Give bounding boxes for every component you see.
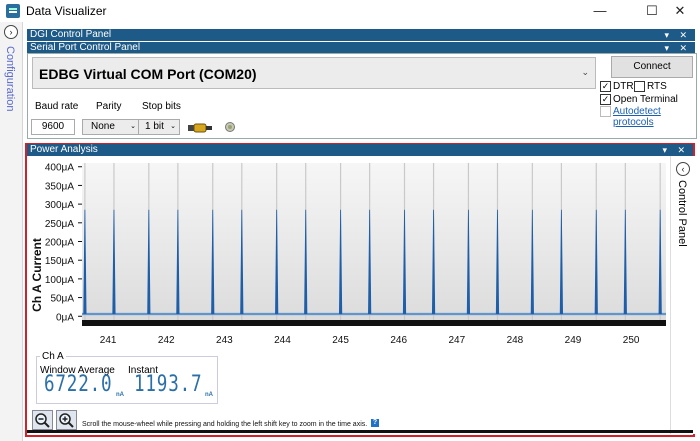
- plot-background: [82, 163, 666, 320]
- instant-unit: nA: [205, 392, 213, 398]
- chevron-down-icon: ⌄: [170, 123, 176, 130]
- y-tick-label-3: 150μA: [45, 256, 74, 267]
- parity-value: None: [91, 121, 115, 132]
- x-tick-label-8: 249: [565, 335, 582, 346]
- configuration-sidebar: › Configuration: [0, 22, 23, 441]
- panel-bottom-bar: [27, 430, 693, 433]
- y-tick-label-0: 0μA: [56, 312, 74, 323]
- x-tick-label-5: 246: [390, 335, 407, 346]
- dgi-panel-title: DGI Control Panel: [30, 29, 112, 40]
- x-tick-label-9: 250: [623, 335, 640, 346]
- baud-rate-input[interactable]: 9600: [31, 119, 75, 135]
- zoom-out-icon: [35, 413, 50, 428]
- configuration-label[interactable]: Configuration: [4, 46, 16, 111]
- expand-control-panel-icon[interactable]: ‹: [676, 162, 690, 176]
- rts-checkbox[interactable]: [634, 81, 645, 92]
- x-tick-label-4: 245: [332, 335, 349, 346]
- y-axis-title: Ch A Current: [30, 238, 44, 312]
- y-ticks: 0μA 50μA 100μA 150μA 200μA 250μA 300μA 350μA 400…: [45, 163, 82, 323]
- autodetect-link[interactable]: Autodetect protocols: [613, 106, 700, 128]
- chevron-down-icon: ⌄: [130, 123, 136, 130]
- y-tick-label-5: 250μA: [45, 219, 74, 230]
- connect-button[interactable]: Connect: [611, 56, 693, 78]
- status-indicator-icon: [225, 122, 235, 132]
- y-tick-label-1: 50μA: [50, 294, 74, 305]
- info-icon[interactable]: ?: [371, 419, 379, 427]
- dgi-panel-header: DGI Control Panel ▾ ✕: [27, 29, 695, 41]
- serial-panel-title: Serial Port Control Panel: [30, 42, 141, 53]
- stop-bits-value: 1 bit: [145, 121, 164, 132]
- zoom-out-button[interactable]: [32, 410, 53, 430]
- app-icon: [6, 4, 20, 18]
- serial-connector-icon: [188, 123, 212, 133]
- y-tick-label-2: 100μA: [45, 275, 74, 286]
- x-axis-bar: [82, 320, 666, 326]
- dtr-checkbox[interactable]: ✓: [600, 81, 611, 92]
- x-tick-label-7: 248: [507, 335, 524, 346]
- port-select[interactable]: EDBG Virtual COM Port (COM20) ⌄: [32, 57, 596, 89]
- rts-label: RTS: [647, 81, 667, 92]
- y-tick-label-8: 400μA: [45, 163, 74, 174]
- stop-bits-label: Stop bits: [142, 101, 181, 112]
- channel-a-label: Ch A: [40, 351, 66, 362]
- dgi-panel-controls[interactable]: ▾ ✕: [664, 29, 691, 41]
- open-terminal-checkbox[interactable]: ✓: [600, 94, 611, 105]
- zoom-in-button[interactable]: [56, 410, 77, 430]
- chevron-down-icon: ⌄: [581, 67, 589, 77]
- title-bar: Data Visualizer — ☐ ✕: [0, 0, 700, 22]
- baud-rate-label: Baud rate: [35, 101, 79, 112]
- y-tick-label-4: 200μA: [45, 238, 74, 249]
- current-chart[interactable]: Ch A Current 0μA 50μA 100μA 150μA 200μA 250μA…: [27, 155, 668, 351]
- power-panel-title: Power Analysis: [30, 144, 98, 155]
- minimize-button[interactable]: —: [580, 0, 620, 22]
- x-tick-label-2: 243: [216, 335, 233, 346]
- x-tick-label-3: 244: [274, 335, 291, 346]
- control-panel-sidebar: ‹ Control Panel: [670, 156, 695, 434]
- dtr-label: DTR: [613, 81, 634, 92]
- close-button[interactable]: ✕: [660, 0, 700, 22]
- instant-value: 1193.7: [134, 372, 203, 397]
- y-tick-label-7: 350μA: [45, 181, 74, 192]
- parity-label: Parity: [96, 101, 122, 112]
- y-tick-label-6: 300μA: [45, 200, 74, 211]
- open-terminal-label: Open Terminal: [613, 94, 678, 105]
- baud-rate-value: 9600: [41, 121, 65, 132]
- expand-configuration-icon[interactable]: ›: [4, 25, 18, 39]
- control-panel-label[interactable]: Control Panel: [676, 180, 688, 247]
- zoom-in-icon: [59, 413, 74, 428]
- parity-select[interactable]: None ⌄: [82, 119, 140, 135]
- window-average-value: 6722.0: [44, 372, 113, 397]
- x-tick-label-0: 241: [100, 335, 117, 346]
- autodetect-checkbox[interactable]: [600, 106, 611, 117]
- port-value: EDBG Virtual COM Port (COM20): [39, 66, 257, 82]
- x-tick-label-6: 247: [448, 335, 465, 346]
- window-title: Data Visualizer: [26, 4, 107, 18]
- stop-bits-select[interactable]: 1 bit ⌄: [138, 119, 180, 135]
- window-average-unit: nA: [116, 392, 124, 398]
- x-tick-label-1: 242: [158, 335, 175, 346]
- zoom-hint-text: Scroll the mouse-wheel while pressing an…: [82, 421, 368, 428]
